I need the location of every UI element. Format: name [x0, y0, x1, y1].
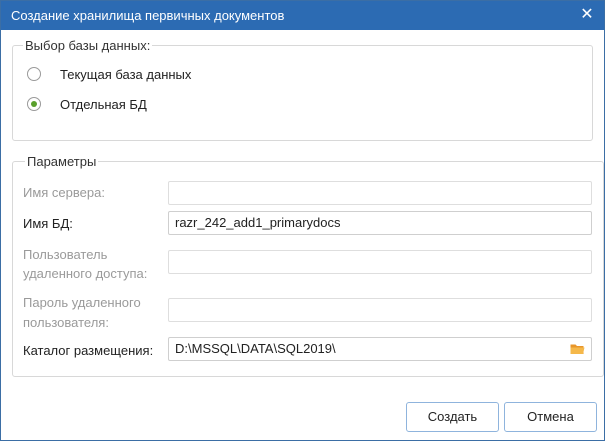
window-title: Создание хранилища первичных документов — [11, 8, 285, 23]
radio-current-db-label: Текущая база данных — [60, 66, 192, 82]
create-button[interactable]: Создать — [406, 402, 499, 432]
location-input[interactable]: D:\MSSQL\DATA\SQL2019\ — [168, 337, 592, 361]
server-name-input[interactable] — [168, 181, 592, 205]
title-bar[interactable]: Создание хранилища первичных документов … — [1, 1, 604, 30]
remote-password-label-line2: пользователя: — [23, 315, 109, 330]
db-name-label: Имя БД: — [23, 216, 73, 231]
params-legend: Параметры — [25, 154, 99, 169]
remote-user-label-line2: удаленного доступа: — [23, 266, 148, 281]
cancel-button[interactable]: Отмена — [504, 402, 597, 432]
server-name-label: Имя сервера: — [23, 185, 105, 200]
remote-user-label-line1: Пользователь — [23, 247, 108, 262]
dialog-window: Создание хранилища первичных документов … — [0, 0, 605, 441]
location-label: Каталог размещения: — [23, 343, 154, 358]
db-name-input[interactable]: razr_242_add1_primarydocs — [168, 211, 592, 235]
radio-separate-db[interactable]: Отдельная БД — [27, 95, 147, 113]
remote-password-input[interactable] — [168, 298, 592, 322]
db-choice-legend: Выбор базы данных: — [23, 38, 153, 53]
remote-user-input[interactable] — [168, 250, 592, 274]
remote-password-label-line1: Пароль удаленного — [23, 295, 141, 310]
db-choice-group — [12, 45, 593, 141]
folder-icon[interactable] — [570, 343, 585, 355]
radio-current-db-circle[interactable] — [27, 67, 41, 81]
close-icon[interactable]: ✕ — [578, 6, 596, 24]
radio-current-db[interactable]: Текущая база данных — [27, 65, 191, 83]
radio-separate-db-circle[interactable] — [27, 97, 41, 111]
location-value: D:\MSSQL\DATA\SQL2019\ — [175, 341, 336, 356]
radio-separate-db-label: Отдельная БД — [60, 96, 147, 112]
